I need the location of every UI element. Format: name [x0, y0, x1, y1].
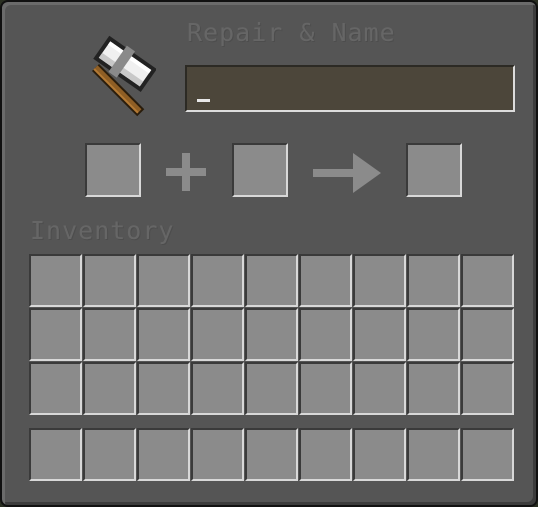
inventory-slot[interactable]	[137, 254, 190, 307]
inventory-slot[interactable]	[299, 254, 352, 307]
inventory-slot[interactable]	[353, 362, 406, 415]
inventory-slot[interactable]	[83, 254, 136, 307]
hotbar-slot[interactable]	[191, 428, 244, 481]
hotbar-slot[interactable]	[461, 428, 514, 481]
inventory-slot[interactable]	[461, 254, 514, 307]
item-name-input[interactable]	[187, 67, 513, 110]
inventory-slot[interactable]	[191, 254, 244, 307]
inventory-slot[interactable]	[29, 254, 82, 307]
input-slot-right[interactable]	[232, 143, 288, 197]
page-title: Repair & Name	[187, 18, 396, 47]
hotbar-slot[interactable]	[353, 428, 406, 481]
item-name-field[interactable]	[185, 65, 515, 112]
inventory-slot[interactable]	[245, 308, 298, 361]
plus-icon	[166, 153, 206, 191]
inventory-slot[interactable]	[191, 362, 244, 415]
inventory-slot[interactable]	[137, 308, 190, 361]
inventory-slot[interactable]	[83, 308, 136, 361]
inventory-slot[interactable]	[83, 362, 136, 415]
inventory-slot[interactable]	[407, 254, 460, 307]
hotbar-slot[interactable]	[83, 428, 136, 481]
inventory-slot[interactable]	[29, 362, 82, 415]
inventory-slot[interactable]	[353, 308, 406, 361]
input-slot-left[interactable]	[85, 143, 141, 197]
inventory-slot[interactable]	[407, 308, 460, 361]
hotbar-slot[interactable]	[299, 428, 352, 481]
hotbar-slot[interactable]	[407, 428, 460, 481]
inventory-slot[interactable]	[245, 254, 298, 307]
inventory-label: Inventory	[30, 216, 175, 245]
text-cursor	[197, 99, 210, 102]
inventory-slot[interactable]	[245, 362, 298, 415]
output-slot[interactable]	[406, 143, 462, 197]
hammer-icon	[91, 35, 156, 117]
inventory-slot[interactable]	[299, 308, 352, 361]
inventory-slot[interactable]	[29, 308, 82, 361]
inventory-slot[interactable]	[191, 308, 244, 361]
inventory-slot[interactable]	[299, 362, 352, 415]
hotbar-slot[interactable]	[245, 428, 298, 481]
inventory-slot[interactable]	[407, 362, 460, 415]
inventory-slot[interactable]	[353, 254, 406, 307]
inventory-slot[interactable]	[137, 362, 190, 415]
hotbar-slot[interactable]	[137, 428, 190, 481]
inventory-slot[interactable]	[461, 362, 514, 415]
anvil-window: Repair & Name Inventory	[0, 0, 538, 507]
arrow-right-icon	[313, 153, 381, 193]
hotbar-slot[interactable]	[29, 428, 82, 481]
inventory-slot[interactable]	[461, 308, 514, 361]
